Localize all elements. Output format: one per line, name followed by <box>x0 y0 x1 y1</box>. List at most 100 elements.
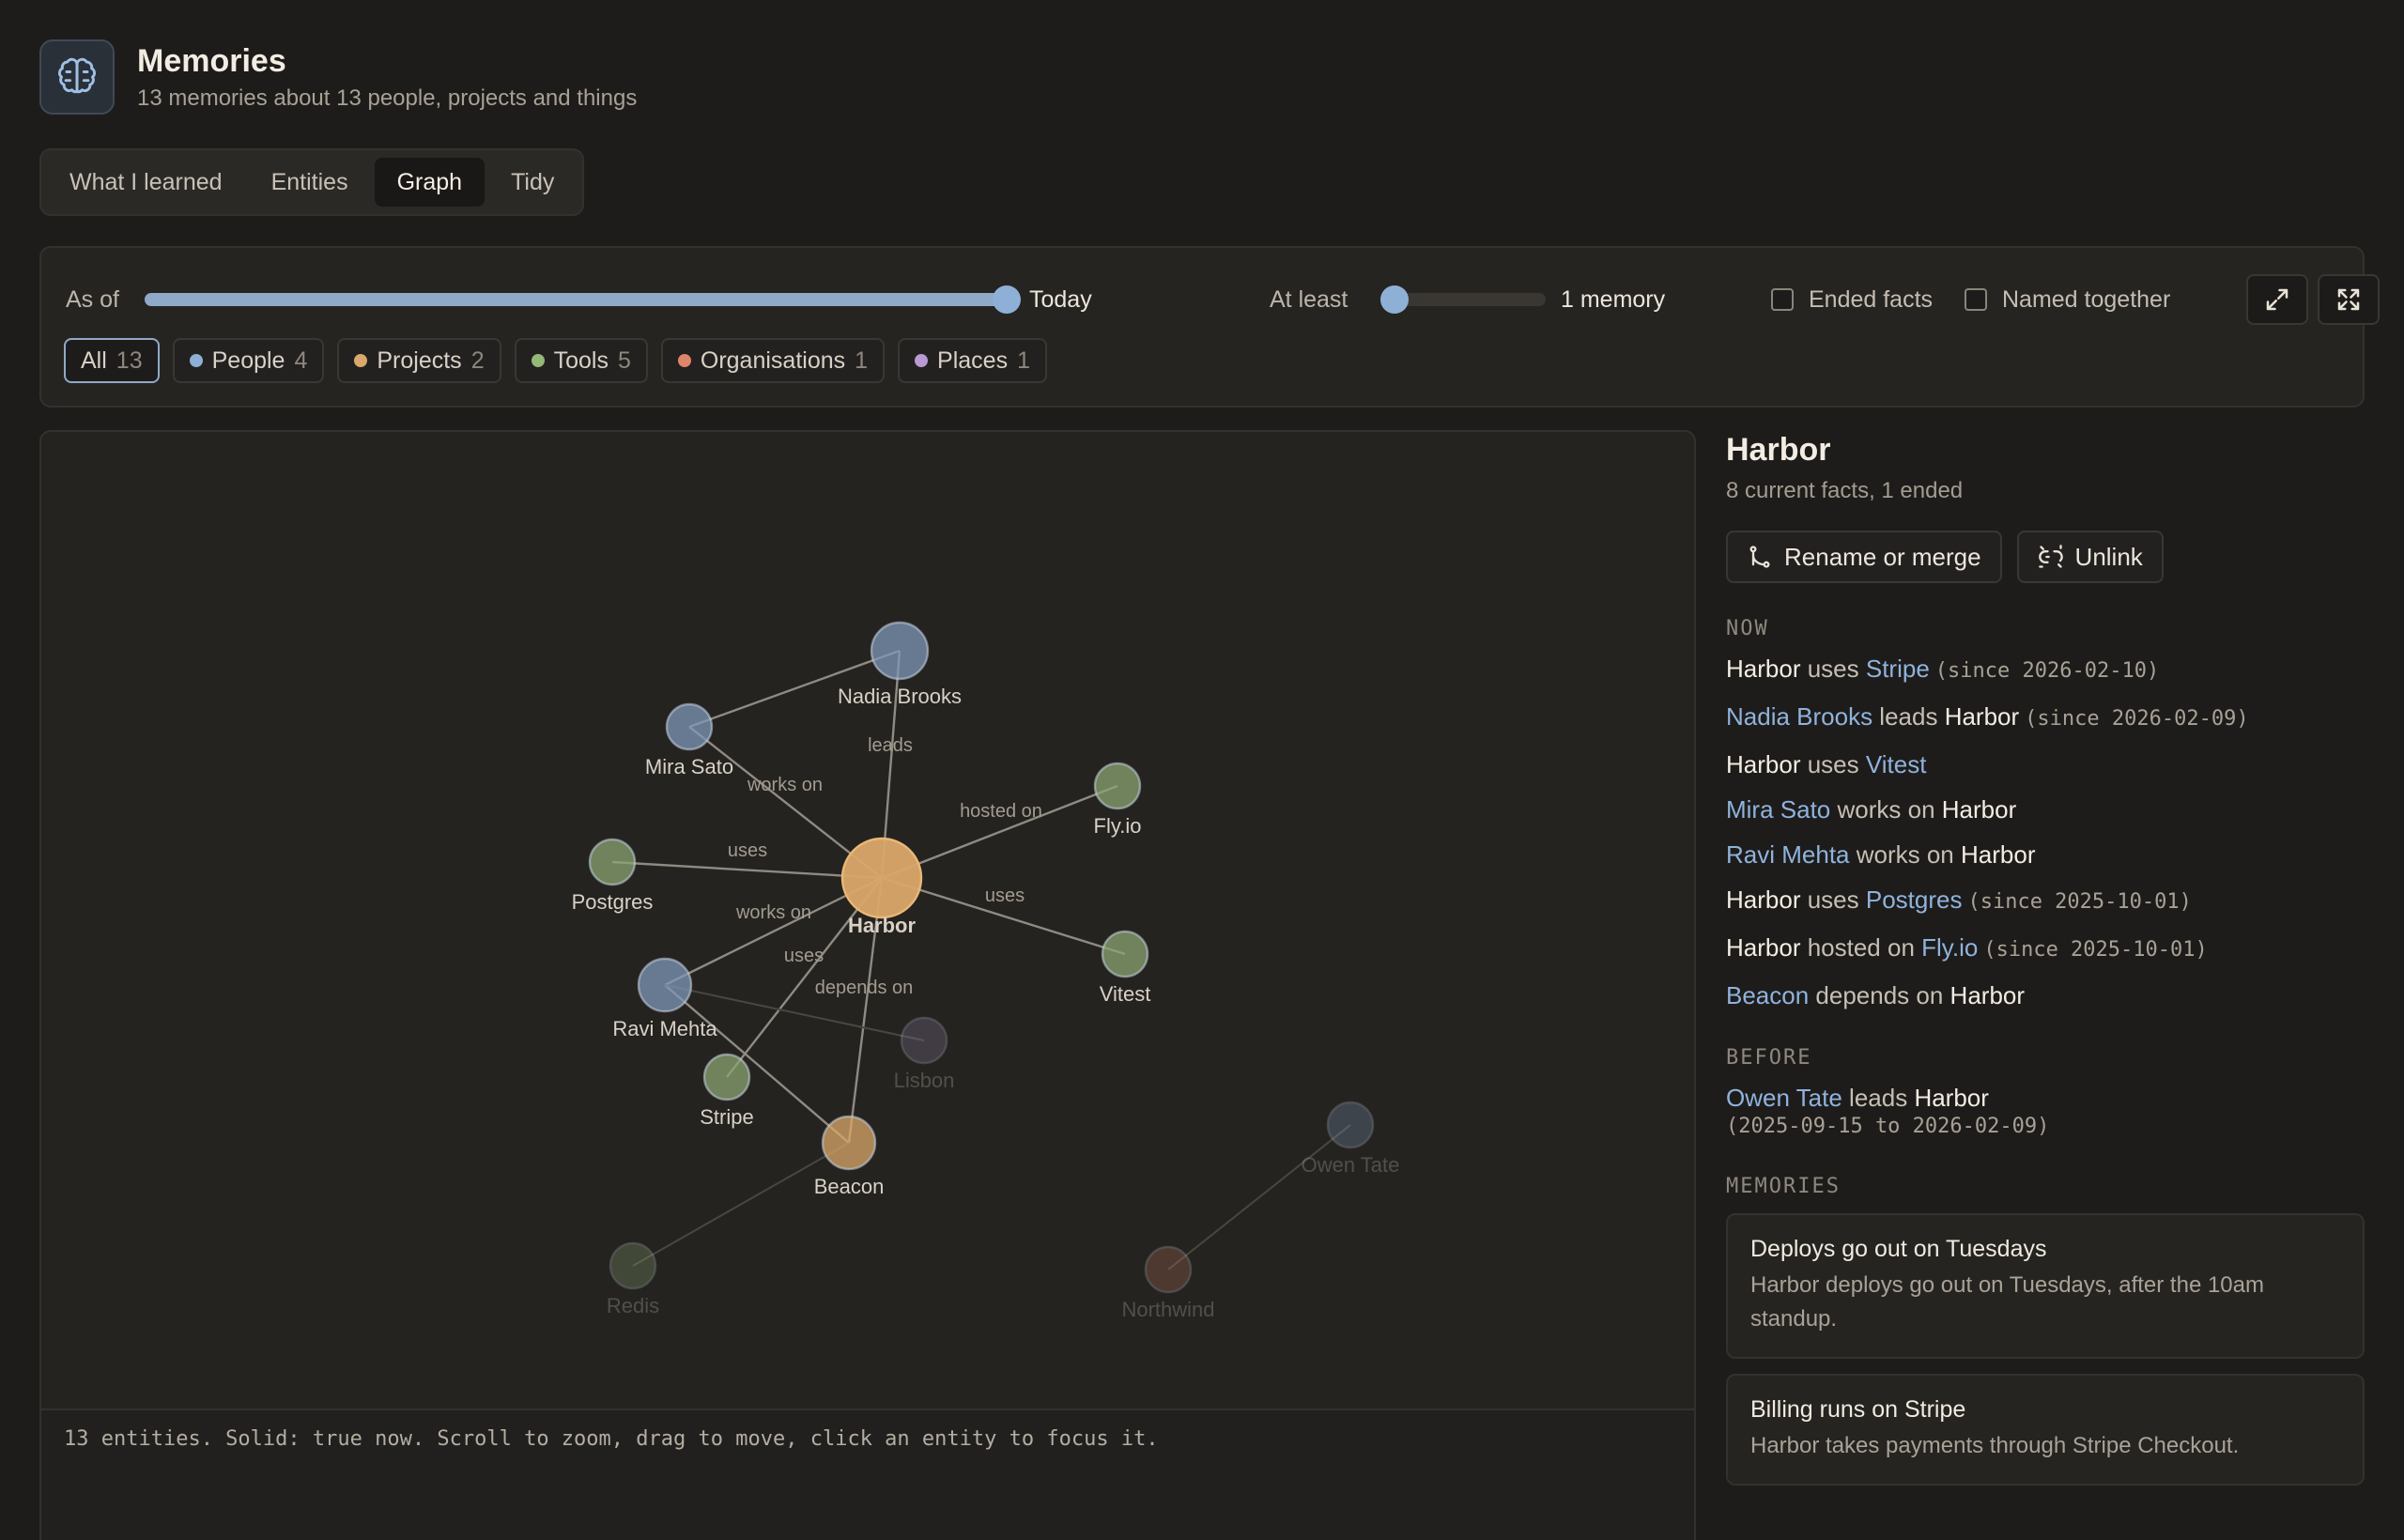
organisations-dot-icon <box>677 354 691 367</box>
chip-organisations[interactable]: Organisations 1 <box>660 338 886 383</box>
fullscreen-button[interactable] <box>2318 274 2380 325</box>
chip-projects[interactable]: Projects 2 <box>337 338 501 383</box>
entity-link[interactable]: Beacon <box>1726 981 1809 1009</box>
ended-facts-label: Ended facts <box>1809 285 1934 313</box>
graph-node-circle[interactable] <box>1144 1245 1193 1294</box>
graph-edge-label: leads <box>868 735 913 756</box>
fact-row: Beacon depends on Harbor <box>1726 980 2365 1010</box>
graph-footer: 13 entities. Solid: true now. Scroll to … <box>41 1409 1694 1540</box>
expand-button[interactable] <box>2246 274 2308 325</box>
fact-row: Harbor uses Stripe (since 2026-02-10) <box>1726 654 2365 686</box>
relation-text: works on <box>1849 840 1961 869</box>
chip-count: 2 <box>470 346 485 374</box>
graph-node-label: Northwind <box>1121 1298 1214 1321</box>
tab-what-i-learned[interactable]: What I learned <box>47 158 245 207</box>
graph-node-label: Lisbon <box>894 1069 955 1092</box>
graph-node-circle[interactable] <box>1326 1101 1375 1149</box>
entity-link[interactable]: Owen Tate <box>1726 1084 1842 1112</box>
graph-node[interactable]: Vitest <box>1100 930 1151 1006</box>
graph-node-circle[interactable] <box>1101 930 1149 978</box>
graph-node-circle[interactable] <box>840 837 923 919</box>
graph-node-circle[interactable] <box>588 838 637 886</box>
memory-title: Billing runs on Stripe <box>1750 1396 1966 1423</box>
graph-node[interactable]: Northwind <box>1121 1245 1215 1321</box>
graph-node[interactable]: Redis <box>607 1241 659 1317</box>
graph-node-label: Stripe <box>700 1105 753 1129</box>
graph-node[interactable]: Lisbon <box>894 1016 955 1092</box>
named-together-toggle[interactable]: Named together <box>1965 286 2170 314</box>
graph-node-circle[interactable] <box>870 621 930 681</box>
unlink-label: Unlink <box>2074 542 2143 571</box>
graph-node[interactable]: Harbor <box>840 837 923 937</box>
entity-graph[interactable]: leads works on uses hosted on uses works on us… <box>41 432 1696 1409</box>
chip-people[interactable]: People 4 <box>172 338 325 383</box>
fullscreen-icon <box>2337 288 2360 311</box>
chip-label: Places <box>937 346 1009 374</box>
entity-name: Harbor <box>1726 886 1801 914</box>
chip-count: 4 <box>294 346 308 374</box>
fact-since: (since 2025-10-01) <box>1983 938 2208 962</box>
as-of-slider-fill <box>145 293 1007 306</box>
graph-node-circle[interactable] <box>1093 762 1142 810</box>
fact-since: (since 2026-02-09) <box>2025 707 2249 731</box>
unlink-button[interactable]: Unlink <box>2016 531 2164 583</box>
chip-places[interactable]: Places 1 <box>898 338 1047 383</box>
graph-canvas[interactable]: leads works on uses hosted on uses works on us… <box>39 430 1696 1540</box>
rename-merge-button[interactable]: Rename or merge <box>1726 531 2002 583</box>
memories-heading: MEMORIES <box>1726 1175 1841 1198</box>
graph-node-label: Mira Sato <box>645 755 733 778</box>
chip-label: Projects <box>377 346 462 374</box>
before-facts-list: Owen Tate leads Harbor (2025-09-15 to 202… <box>1726 1083 2365 1141</box>
fact-since: (since 2025-10-01) <box>1967 890 2192 914</box>
graph-node-circle[interactable] <box>637 957 693 1013</box>
graph-edge-label: works on <box>735 902 811 923</box>
as-of-slider[interactable] <box>145 285 1021 314</box>
chip-count: 5 <box>617 346 631 374</box>
chip-label: People <box>211 346 285 374</box>
tab-entities[interactable]: Entities <box>249 158 371 207</box>
graph-node-circle[interactable] <box>665 702 714 751</box>
at-least-slider[interactable] <box>1380 285 1546 314</box>
entity-link[interactable]: Vitest <box>1866 750 1927 778</box>
memory-title: Deploys go out on Tuesdays <box>1750 1236 2047 1262</box>
as-of-label: As of <box>66 285 119 313</box>
graph-node[interactable]: Postgres <box>572 838 654 914</box>
tab-graph[interactable]: Graph <box>374 158 485 207</box>
entity-link[interactable]: Mira Sato <box>1726 795 1830 824</box>
chip-label: Organisations <box>700 346 846 374</box>
view-tabs: What I learned Entities Graph Tidy <box>39 148 585 216</box>
tab-tidy[interactable]: Tidy <box>488 158 577 207</box>
graph-node[interactable]: Fly.io <box>1093 762 1142 838</box>
entity-name: Harbor <box>1941 795 2017 824</box>
entity-link[interactable]: Stripe <box>1866 654 1930 683</box>
entity-name: Harbor <box>1949 981 2026 1009</box>
entity-link[interactable]: Nadia Brooks <box>1726 702 1872 731</box>
graph-node-label: Beacon <box>814 1175 885 1198</box>
ended-facts-toggle[interactable]: Ended facts <box>1771 286 1933 314</box>
named-together-checkbox[interactable] <box>1965 288 1987 311</box>
projects-dot-icon <box>354 354 368 367</box>
graph-node[interactable]: Owen Tate <box>1302 1101 1400 1177</box>
graph-node-label: Vitest <box>1100 982 1151 1006</box>
graph-node-circle[interactable] <box>609 1241 657 1290</box>
graph-node-circle[interactable] <box>821 1115 877 1171</box>
chip-all[interactable]: All 13 <box>64 338 160 383</box>
entity-link[interactable]: Ravi Mehta <box>1726 840 1850 869</box>
memory-card[interactable]: Deploys go out on Tuesdays Harbor deploys… <box>1726 1213 2365 1359</box>
chip-tools[interactable]: Tools 5 <box>514 338 648 383</box>
entity-name: Harbor <box>1726 654 1801 683</box>
entity-link[interactable]: Fly.io <box>1921 933 1978 962</box>
at-least-slider-thumb[interactable] <box>1380 285 1409 314</box>
graph-edge <box>664 984 850 1144</box>
memories-list: Deploys go out on Tuesdays Harbor deploys… <box>1726 1213 2365 1486</box>
tools-dot-icon <box>531 354 545 367</box>
now-heading: NOW <box>1726 617 1769 640</box>
as-of-slider-thumb[interactable] <box>993 285 1021 314</box>
memory-card[interactable]: Billing runs on Stripe Harbor takes payme… <box>1726 1374 2365 1486</box>
ended-facts-checkbox[interactable] <box>1771 288 1794 311</box>
graph-node-circle[interactable] <box>900 1016 948 1065</box>
graph-node-circle[interactable] <box>702 1053 751 1101</box>
graph-node[interactable]: Stripe <box>700 1053 754 1129</box>
entity-link[interactable]: Postgres <box>1866 886 1963 914</box>
graph-node[interactable]: Ravi Mehta <box>612 957 717 1040</box>
